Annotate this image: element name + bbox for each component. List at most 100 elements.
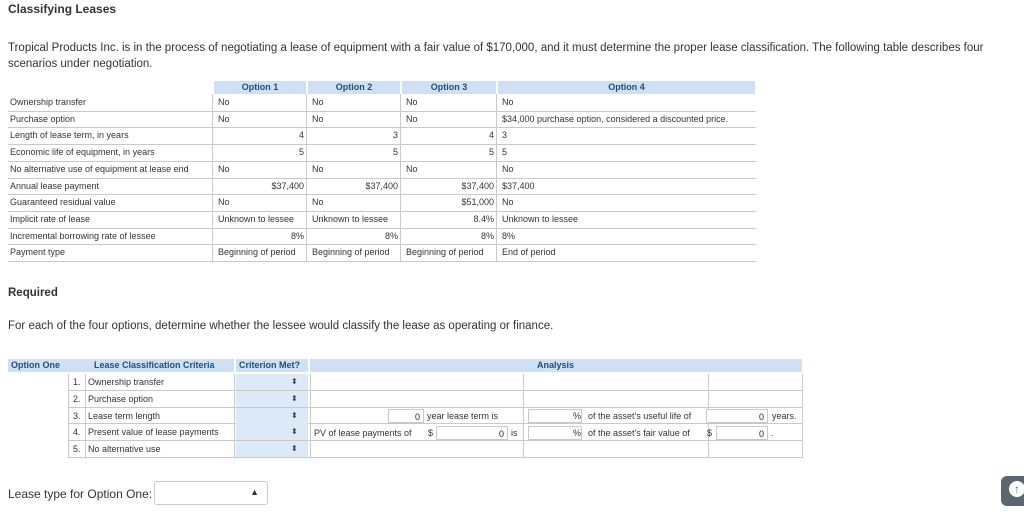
scroll-top-button[interactable]: ↑ [1001, 476, 1024, 506]
lease-type-label: Lease type for Option One: [8, 487, 153, 501]
dollar-sign: $ [428, 428, 434, 438]
table-cell: No [218, 197, 230, 208]
table-cell: 8.4% [473, 213, 494, 224]
row-label: Payment type [10, 247, 66, 258]
lease-term-years-input[interactable]: 0 [388, 409, 424, 423]
criterion-number: 4. [73, 427, 81, 438]
table-cell: No [312, 97, 324, 107]
criterion-number: 2. [73, 393, 81, 404]
criterion-met-select[interactable]: ⬍ [236, 407, 308, 424]
table-cell: End of period [502, 247, 556, 258]
header-option-3: Option 3 [402, 81, 496, 94]
pv-text: PV of lease payments of [314, 428, 412, 438]
table-cell: $37,400 [461, 180, 494, 191]
select-arrows-icon: ⬍ [291, 410, 298, 420]
pv-payments-input[interactable]: 0 [436, 426, 508, 440]
table-cell: No [406, 113, 418, 124]
table-cell: $34,000 purchase option, considered a di… [502, 113, 729, 124]
lease-type-select[interactable]: ▲ [154, 481, 268, 505]
column-divider [496, 94, 497, 261]
column-divider [523, 374, 524, 458]
fair-value-input[interactable]: 0 [716, 426, 768, 440]
table-cell: $51,000 [461, 197, 494, 208]
row-label: No alternative use of equipment at lease… [10, 163, 189, 174]
header-option-1: Option 1 [214, 81, 306, 94]
lease-term-text: year lease term is [427, 411, 499, 421]
table-cell: Unknown to lessee [218, 213, 295, 224]
years-unit: years. [772, 411, 797, 421]
table-cell: No [218, 113, 230, 124]
row-divider [8, 261, 756, 262]
dollar-sign-2: $ [707, 428, 713, 438]
table-cell: No [502, 163, 514, 174]
row-label: Ownership transfer [10, 97, 87, 107]
table-cell: 5 [502, 147, 508, 158]
table-cell: Unknown to lessee [312, 213, 389, 224]
useful-life-input[interactable]: 0 [706, 409, 768, 423]
table-cell: 4 [488, 130, 494, 141]
row-divider [68, 389, 802, 391]
column-divider [234, 374, 235, 458]
criterion-label: Lease term length [88, 410, 161, 421]
header-option-2: Option 2 [308, 81, 400, 94]
useful-life-text: of the asset's useful life of [588, 411, 692, 421]
column-divider [212, 94, 213, 261]
row-divider [68, 457, 802, 458]
period-text: . [771, 428, 774, 438]
row-label: Guaranteed residual value [10, 197, 116, 208]
select-arrows-icon: ⬍ [291, 377, 298, 386]
select-arrows-icon: ⬍ [291, 427, 298, 437]
table-cell: Beginning of period [312, 247, 390, 258]
table-cell: No [218, 163, 230, 174]
table-cell: 3 [502, 130, 508, 141]
table-cell: No [312, 113, 324, 124]
table-cell: Unknown to lessee [502, 213, 579, 224]
table-cell: No [312, 197, 324, 208]
select-arrows-icon: ⬍ [291, 393, 298, 403]
table-cell: $37,400 [365, 180, 398, 191]
table-cell: Beginning of period [406, 247, 484, 258]
criterion-met-select[interactable]: ⬍ [236, 441, 308, 458]
table-cell: $37,400 [271, 180, 304, 191]
pct-symbol-2: % [573, 428, 582, 438]
criterion-label: Present value of lease payments [88, 427, 219, 438]
criteria-header: Lease Classification Criteria [94, 360, 215, 370]
instruction-text: For each of the four options, determine … [8, 320, 554, 332]
criterion-met-select[interactable]: ⬍ [236, 390, 308, 407]
column-divider [68, 374, 69, 458]
criterion-label: Purchase option [88, 393, 154, 404]
row-label: Implicit rate of lease [10, 213, 91, 224]
column-divider [802, 374, 803, 458]
column-divider [85, 374, 86, 458]
criterion-met-select[interactable]: ⬍ [236, 424, 308, 441]
table-cell: No [502, 97, 514, 107]
table-cell: No [502, 197, 514, 208]
table-cell: 4 [298, 130, 304, 141]
row-label: Economic life of equipment, in years [10, 147, 155, 158]
criterion-number: 1. [73, 377, 81, 387]
analysis-header: Analysis [537, 360, 575, 370]
table-cell: No [312, 163, 324, 174]
select-arrows-icon: ▲ [250, 487, 259, 497]
table-cell: Beginning of period [218, 247, 296, 258]
criterion-label: No alternative use [88, 444, 161, 455]
table-cell: 8% [290, 230, 304, 241]
required-heading: Required [8, 287, 58, 299]
column-divider [306, 94, 307, 261]
intro-text: Tropical Products Inc. is in the process… [8, 42, 984, 70]
criterion-met-select[interactable]: ⬍ [236, 374, 308, 390]
header-option-4: Option 4 [498, 81, 755, 94]
table-cell: $37,400 [502, 180, 535, 191]
table-cell: 5 [488, 147, 494, 158]
fair-value-text: of the asset's fair value of [588, 428, 690, 438]
criterion-met-header: Criterion Met? [239, 360, 301, 370]
criterion-label: Ownership transfer [88, 377, 165, 387]
pct-symbol: % [573, 411, 582, 421]
column-divider [310, 374, 311, 458]
column-divider [400, 94, 401, 261]
table-cell: No [406, 163, 418, 174]
table-cell: 5 [298, 147, 304, 158]
table-cell: 8% [502, 230, 516, 241]
select-arrows-icon: ⬍ [291, 444, 298, 454]
criterion-number: 5. [73, 444, 81, 455]
